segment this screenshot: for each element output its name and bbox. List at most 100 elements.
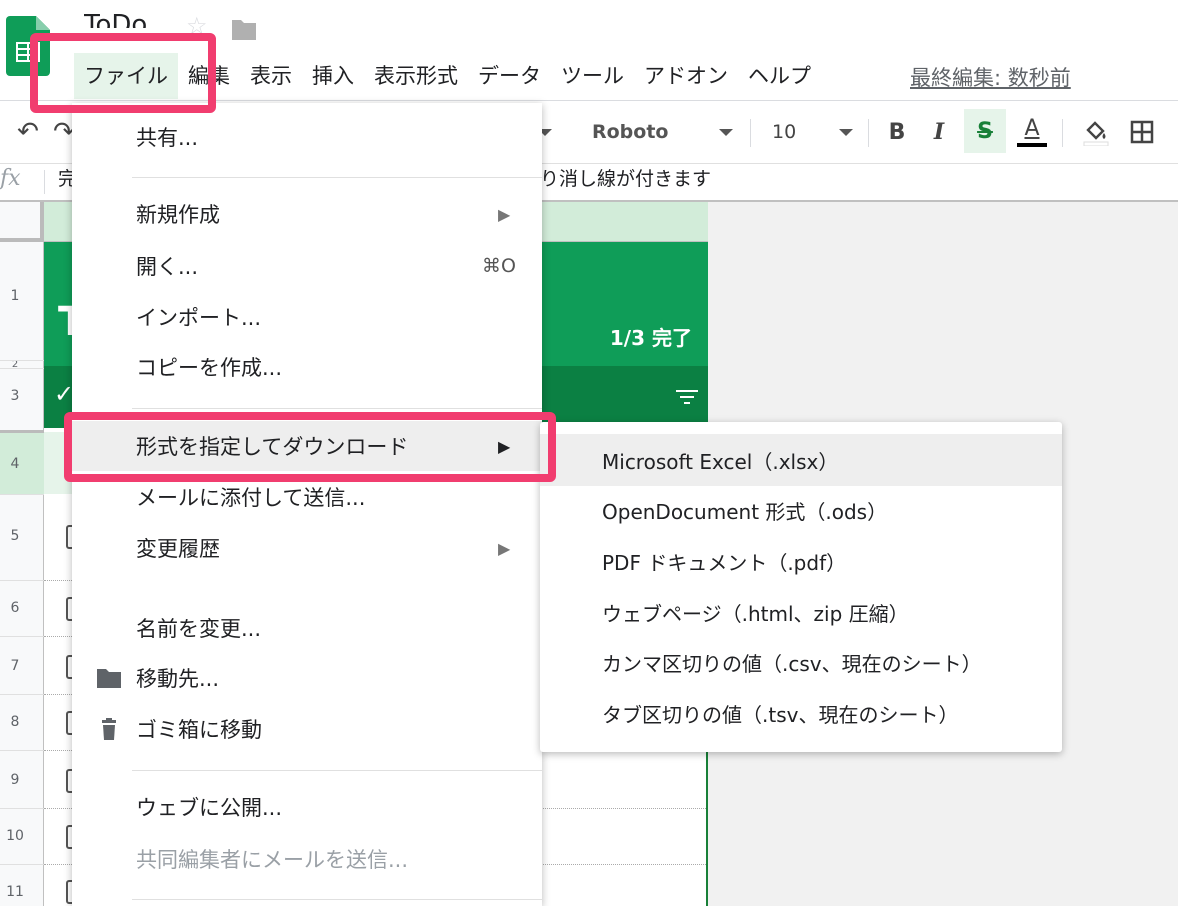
menu-data[interactable]: データ bbox=[468, 53, 551, 99]
menu-view[interactable]: 表示 bbox=[240, 53, 302, 99]
download-csv[interactable]: カンマ区切りの値（.csv、現在のシート） bbox=[540, 636, 1062, 688]
download-html[interactable]: ウェブページ（.html、zip 圧縮） bbox=[540, 586, 1062, 638]
download-xlsx[interactable]: Microsoft Excel（.xlsx） bbox=[540, 434, 1062, 486]
file-menu: 共有... 新規作成 ▶ 開く... ⌘O インポート... コピーを作成...… bbox=[72, 103, 542, 906]
toolbar-separator bbox=[750, 119, 751, 147]
row-number[interactable]: 11 bbox=[0, 884, 30, 900]
row-divider bbox=[0, 494, 44, 495]
menu-addons[interactable]: アドオン bbox=[634, 53, 738, 99]
text-color-label: A bbox=[1024, 116, 1040, 141]
row-divider bbox=[0, 694, 44, 695]
menu-format[interactable]: 表示形式 bbox=[364, 53, 468, 99]
menu-item-publish[interactable]: ウェブに公開... bbox=[72, 783, 542, 831]
submenu-item-label: Microsoft Excel（.xlsx） bbox=[602, 449, 839, 474]
menu-item-new[interactable]: 新規作成 ▶ bbox=[72, 190, 542, 238]
text-color-swatch bbox=[1017, 143, 1047, 147]
menu-item-label: インポート... bbox=[136, 306, 262, 330]
menu-separator bbox=[132, 408, 542, 409]
highlight-download-as bbox=[64, 412, 556, 482]
menu-item-label: 開く... bbox=[136, 255, 199, 279]
menu-separator bbox=[132, 177, 542, 178]
menu-insert[interactable]: 挿入 bbox=[302, 53, 364, 99]
fx-icon: fx bbox=[0, 166, 21, 191]
menu-item-label: ゴミ箱に移動 bbox=[136, 718, 262, 742]
menu-item-label: 共有... bbox=[136, 126, 199, 150]
row-divider bbox=[0, 808, 44, 809]
submenu-arrow-icon: ▶ bbox=[498, 204, 511, 224]
menu-item-label: コピーを作成... bbox=[136, 356, 283, 380]
trash-icon bbox=[102, 718, 116, 740]
download-submenu: Microsoft Excel（.xlsx） OpenDocument 形式（.… bbox=[540, 422, 1062, 752]
row-number[interactable]: 9 bbox=[0, 772, 30, 788]
italic-button[interactable]: I bbox=[922, 101, 956, 163]
row-number[interactable]: 7 bbox=[0, 658, 30, 674]
submenu-item-label: OpenDocument 形式（.ods） bbox=[602, 499, 888, 524]
folder-icon bbox=[97, 669, 121, 688]
row-number[interactable]: 6 bbox=[0, 600, 30, 616]
progress-count: 1/3 完了 bbox=[609, 326, 692, 350]
submenu-item-label: PDF ドキュメント（.pdf） bbox=[602, 550, 847, 575]
filter-icon[interactable] bbox=[676, 390, 698, 406]
row-divider bbox=[0, 750, 44, 751]
font-family-select[interactable]: Roboto bbox=[592, 101, 732, 163]
menu-separator bbox=[132, 899, 542, 900]
menu-item-label: メールに添付して送信... bbox=[136, 486, 366, 510]
font-caret-icon[interactable] bbox=[719, 129, 733, 136]
row-divider bbox=[0, 864, 44, 865]
row-header-column bbox=[0, 202, 44, 906]
shortcut-label: ⌘O bbox=[482, 255, 516, 277]
menu-help[interactable]: ヘルプ bbox=[738, 53, 821, 99]
filter-line bbox=[684, 402, 690, 404]
folder-icon[interactable] bbox=[230, 18, 258, 42]
column-right-border bbox=[706, 752, 708, 906]
row-divider bbox=[0, 430, 44, 433]
bold-button[interactable]: B bbox=[880, 101, 914, 163]
download-pdf[interactable]: PDF ドキュメント（.pdf） bbox=[540, 535, 1062, 587]
formula-input-end[interactable]: り消し線が付きます bbox=[540, 166, 711, 192]
menu-item-label: 名前を変更... bbox=[136, 617, 262, 641]
menu-item-rename[interactable]: 名前を変更... bbox=[72, 604, 542, 652]
row-number[interactable]: 5 bbox=[0, 528, 30, 544]
menu-item-label: 移動先... bbox=[136, 667, 220, 691]
menu-item-label: 変更履歴 bbox=[136, 537, 220, 561]
last-edit-link[interactable]: 最終編集: 数秒前 bbox=[910, 62, 1071, 92]
filter-line bbox=[680, 396, 694, 398]
font-size-caret-icon[interactable] bbox=[839, 129, 853, 136]
formula-separator bbox=[44, 170, 45, 194]
menu-item-trash[interactable]: ゴミ箱に移動 bbox=[72, 705, 542, 753]
row-divider bbox=[0, 368, 44, 369]
toolbar-separator bbox=[868, 119, 869, 147]
menu-item-make-copy[interactable]: コピーを作成... bbox=[72, 343, 542, 391]
row-number[interactable]: 10 bbox=[0, 828, 30, 844]
submenu-arrow-icon: ▶ bbox=[498, 538, 511, 558]
menu-separator bbox=[132, 770, 542, 771]
row-divider bbox=[0, 636, 44, 637]
submenu-item-label: ウェブページ（.html、zip 圧縮） bbox=[602, 601, 909, 626]
highlight-file-menu bbox=[30, 33, 216, 113]
download-ods[interactable]: OpenDocument 形式（.ods） bbox=[540, 484, 1062, 536]
menu-item-label: ウェブに公開... bbox=[136, 796, 283, 820]
submenu-item-label: タブ区切りの値（.tsv、現在のシート） bbox=[602, 702, 959, 727]
menu-tools[interactable]: ツール bbox=[551, 53, 634, 99]
select-all-corner[interactable] bbox=[0, 202, 44, 242]
row-number[interactable]: 4 bbox=[0, 456, 30, 472]
row-number[interactable]: 3 bbox=[0, 388, 30, 404]
row-divider bbox=[0, 580, 44, 581]
download-tsv[interactable]: タブ区切りの値（.tsv、現在のシート） bbox=[540, 687, 1062, 739]
menu-item-share[interactable]: 共有... bbox=[72, 113, 542, 161]
text-color-button[interactable]: A bbox=[1014, 101, 1050, 163]
menu-item-import[interactable]: インポート... bbox=[72, 293, 542, 341]
menu-item-move-to[interactable]: 移動先... bbox=[72, 654, 542, 702]
fill-color-icon[interactable] bbox=[1078, 101, 1114, 163]
menu-item-open[interactable]: 開く... ⌘O bbox=[72, 242, 542, 290]
menu-item-label: 共同編集者にメールを送信... bbox=[136, 848, 409, 872]
strikethrough-button[interactable]: S bbox=[964, 109, 1006, 153]
filter-line bbox=[676, 390, 698, 392]
row-number[interactable]: 1 bbox=[0, 288, 30, 304]
row-number[interactable]: 8 bbox=[0, 714, 30, 730]
borders-icon[interactable] bbox=[1124, 101, 1160, 163]
menu-item-version-history[interactable]: 変更履歴 ▶ bbox=[72, 524, 542, 572]
submenu-item-label: カンマ区切りの値（.csv、現在のシート） bbox=[602, 651, 982, 676]
toolbar-separator bbox=[1062, 119, 1063, 147]
menu-item-label: 新規作成 bbox=[136, 203, 220, 227]
